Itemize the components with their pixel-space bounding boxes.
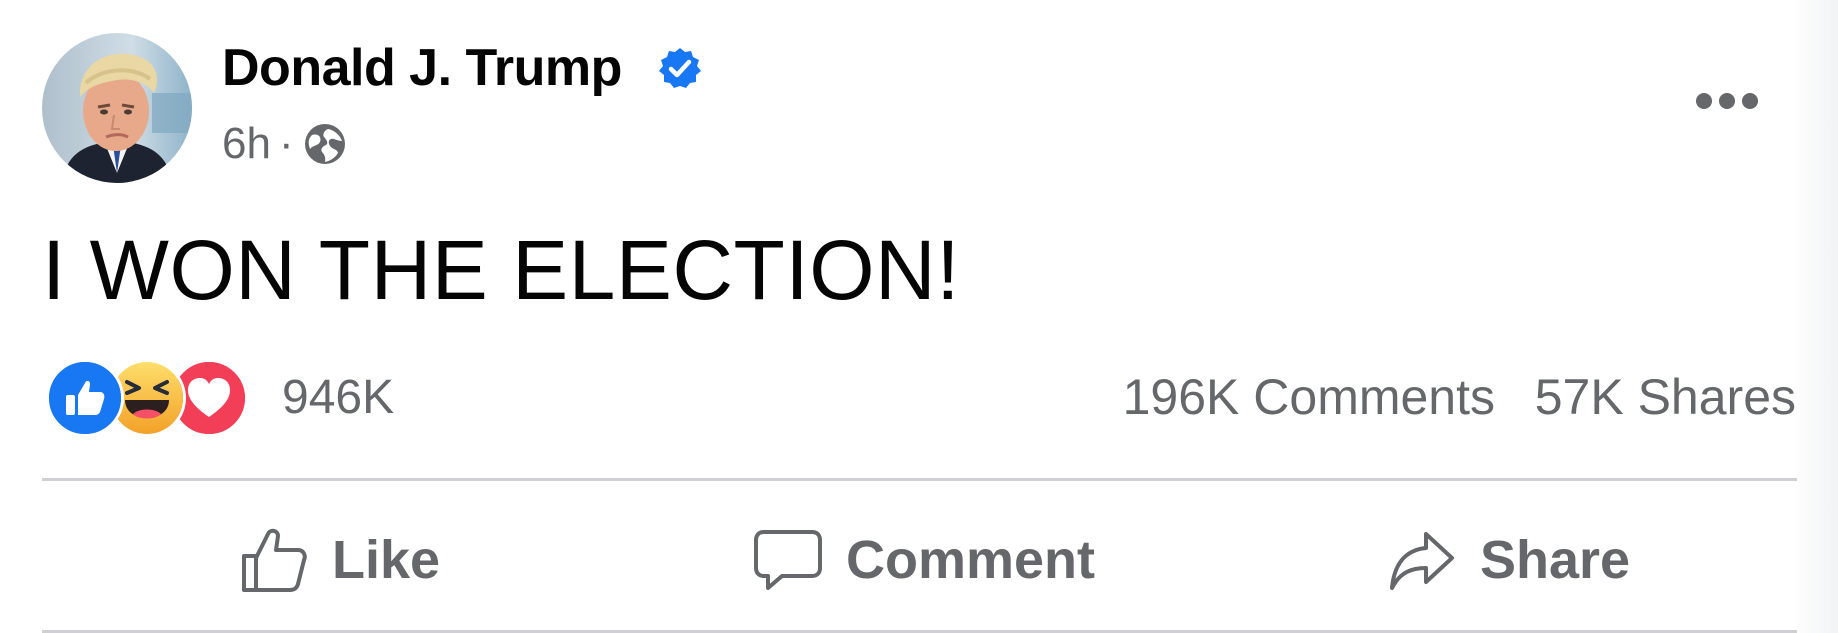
verified-badge-icon xyxy=(659,48,701,88)
post-meta: 6h · xyxy=(222,116,348,172)
post-timestamp[interactable]: 6h xyxy=(222,119,271,169)
like-reaction-icon xyxy=(46,359,124,437)
more-options-icon[interactable] xyxy=(1694,86,1760,116)
action-bar: Like Comment Share xyxy=(42,500,1797,620)
shares-count[interactable]: 57K Shares xyxy=(1535,368,1796,426)
comment-label: Comment xyxy=(846,530,1096,590)
divider xyxy=(42,478,1797,481)
share-button[interactable]: Share xyxy=(1386,500,1630,620)
globe-icon[interactable] xyxy=(302,121,348,167)
meta-separator: · xyxy=(278,119,294,168)
like-button[interactable]: Like xyxy=(238,500,440,620)
thumbs-up-icon xyxy=(242,528,307,592)
reaction-count[interactable]: 946K xyxy=(282,370,394,425)
author-avatar[interactable] xyxy=(42,33,192,183)
share-label: Share xyxy=(1480,530,1631,590)
author-name[interactable]: Donald J. Trump xyxy=(222,38,622,98)
comment-button[interactable]: Comment xyxy=(752,500,1095,620)
comments-count[interactable]: 196K Comments xyxy=(1123,368,1495,426)
facebook-post: Donald J. Trump 6h · I WON THE ELECTION! xyxy=(0,0,1838,633)
like-label: Like xyxy=(332,530,441,590)
share-arrow-icon xyxy=(1390,532,1454,590)
scroll-shade xyxy=(1792,0,1838,633)
comment-bubble-icon xyxy=(754,530,822,590)
post-text: I WON THE ELECTION! xyxy=(42,223,961,317)
